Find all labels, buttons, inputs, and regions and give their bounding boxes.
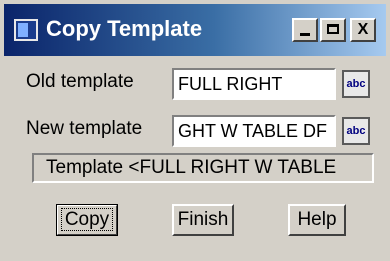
abc-icon: abc (346, 78, 366, 90)
copy-button[interactable]: Copy (56, 204, 118, 236)
app-window-icon (14, 19, 38, 41)
close-button[interactable]: X (350, 18, 376, 42)
old-template-input[interactable]: FULL RIGHT (172, 68, 336, 100)
copy-template-dialog: Copy Template X Old template FULL RIGHT … (0, 0, 390, 261)
new-template-input[interactable]: GHT W TABLE DF (172, 115, 336, 147)
new-template-browse-button[interactable]: abc (342, 117, 370, 145)
finish-button[interactable]: Finish (172, 204, 234, 236)
dialog-title: Copy Template (46, 16, 203, 41)
help-button[interactable]: Help (288, 204, 346, 236)
status-message: Template <FULL RIGHT W TABLE (32, 153, 374, 183)
minimize-button[interactable] (292, 18, 318, 42)
copy-button-label: Copy (60, 208, 114, 231)
old-template-browse-button[interactable]: abc (342, 70, 370, 98)
maximize-button[interactable] (320, 18, 346, 42)
title-bar[interactable]: Copy Template X (4, 4, 386, 56)
new-template-label: New template (26, 118, 143, 139)
abc-icon: abc (346, 125, 366, 137)
old-template-label: Old template (26, 71, 134, 92)
